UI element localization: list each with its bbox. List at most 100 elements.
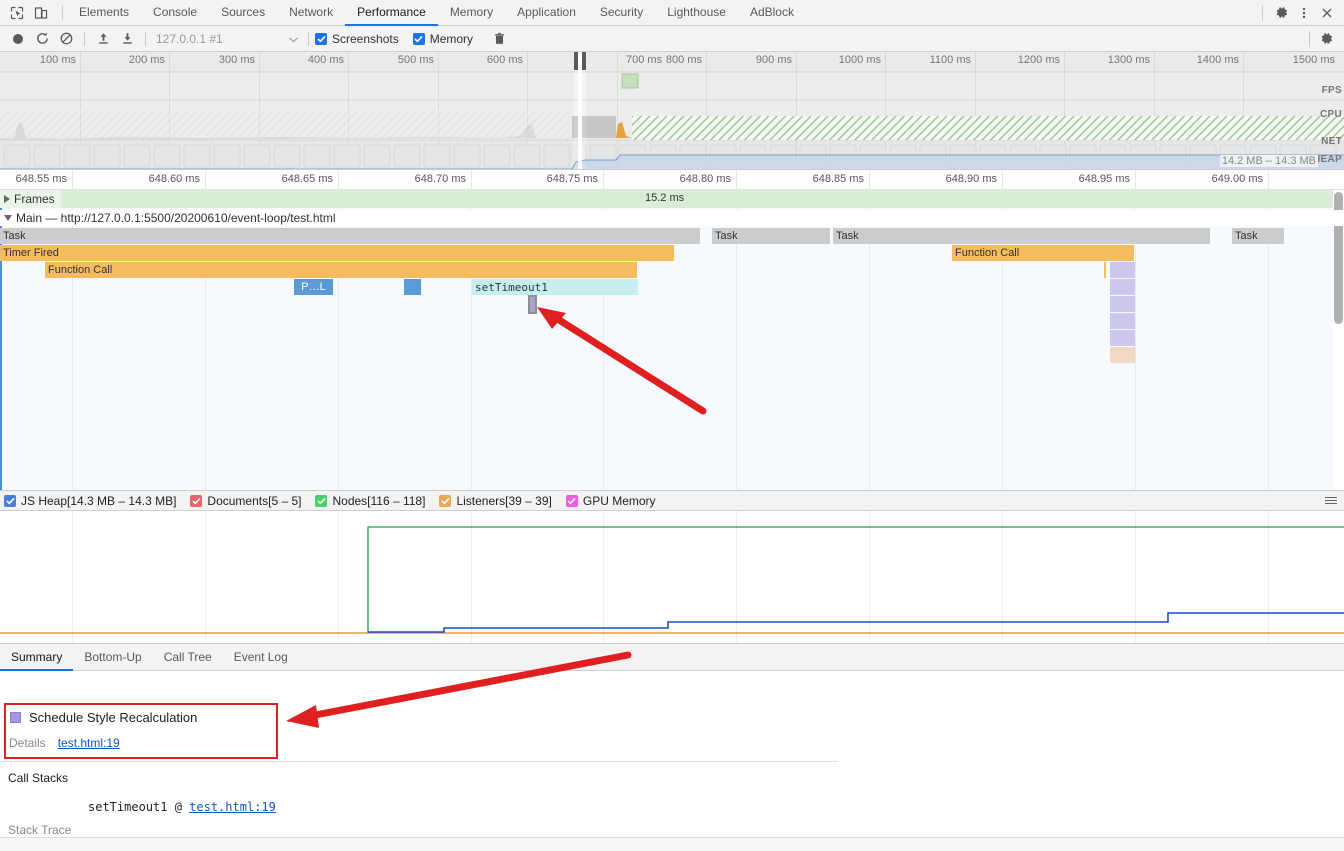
flame-event-parse-html[interactable]: P…L <box>294 279 333 295</box>
record-button[interactable] <box>6 28 30 50</box>
flame-tick-label: 648.85 ms <box>812 173 864 185</box>
flame-event-thin-marker[interactable] <box>1104 262 1106 278</box>
counter-documents[interactable]: Documents[5 – 5] <box>190 494 301 508</box>
counters-menu-icon[interactable] <box>1322 497 1340 504</box>
flame-event-function-call[interactable]: Function Call <box>45 262 637 278</box>
checkbox-box <box>4 494 16 507</box>
inspect-element-icon[interactable] <box>6 2 28 24</box>
flame-event-selected-schedule-style-recalculation[interactable] <box>528 295 537 314</box>
tab-elements[interactable]: Elements <box>67 0 141 26</box>
frames-track-header[interactable]: Frames <box>0 190 61 208</box>
tab-label: Bottom-Up <box>84 649 142 664</box>
clear-recording-button[interactable] <box>54 28 78 50</box>
tab-security[interactable]: Security <box>588 0 655 26</box>
stack-trace-entry: setTimeout1 @ test.html:19 <box>88 800 276 814</box>
tab-network[interactable]: Network <box>277 0 345 26</box>
flame-event-peach[interactable] <box>1110 347 1135 363</box>
details-tabbar: Summary Bottom-Up Call Tree Event Log <box>0 644 1344 671</box>
main-track-header[interactable]: Main — http://127.0.0.1:5500/20200610/ev… <box>0 210 1344 226</box>
tab-console[interactable]: Console <box>141 0 209 26</box>
tabbar-divider <box>62 5 63 20</box>
flame-chart[interactable]: Frames 15.2 ms Main — http://127.0.0.1:5… <box>0 190 1344 490</box>
summary-details-row: Details test.html:19 <box>9 736 120 750</box>
tab-label: Console <box>153 5 198 19</box>
event-label: Task <box>3 230 26 242</box>
tabbar-left-icons <box>0 0 58 25</box>
flame-event-purple[interactable] <box>1110 262 1135 278</box>
reload-and-record-button[interactable] <box>30 28 54 50</box>
toolbar-divider-2 <box>145 31 146 46</box>
flame-event-task[interactable]: Task <box>0 228 700 244</box>
flame-event-task[interactable]: Task <box>1232 228 1284 244</box>
flame-event-purple[interactable] <box>1110 296 1135 312</box>
flame-event-purple[interactable] <box>1110 313 1135 329</box>
tab-label: Security <box>599 5 644 19</box>
counter-label: GPU Memory <box>582 493 656 508</box>
tabbar-right-icons <box>1260 0 1344 25</box>
tab-label: Elements <box>79 5 130 19</box>
save-profile-icon[interactable] <box>115 28 139 50</box>
screenshots-checkbox[interactable]: Screenshots <box>315 32 399 46</box>
counter-listeners[interactable]: Listeners[39 – 39] <box>439 494 552 508</box>
event-label: setTimeout1 <box>475 280 548 294</box>
tab-sources[interactable]: Sources <box>209 0 277 26</box>
stack-trace-source-link[interactable]: test.html:19 <box>189 800 276 814</box>
nodes-series <box>367 526 1344 633</box>
flame-event-task[interactable]: Task <box>833 228 1210 244</box>
tab-application[interactable]: Application <box>505 0 588 26</box>
event-label: Function Call <box>955 247 1020 259</box>
frames-track[interactable]: Frames 15.2 ms <box>0 190 1344 208</box>
tab-label: Sources <box>221 5 266 19</box>
overview-tick-label: 600 ms <box>486 54 523 66</box>
flame-tick-label: 648.60 ms <box>148 173 200 185</box>
flame-event-purple[interactable] <box>1110 279 1135 295</box>
recording-target-select[interactable]: 127.0.0.1 #1 <box>152 29 302 49</box>
device-toolbar-icon[interactable] <box>30 2 52 24</box>
checkbox-box <box>190 494 203 507</box>
flame-event-timer-fired[interactable]: Timer Fired <box>0 245 674 261</box>
counter-js-heap[interactable]: JS Heap[14.3 MB – 14.3 MB] <box>4 494 176 508</box>
tab-bottom-up[interactable]: Bottom-Up <box>73 644 152 671</box>
tab-memory[interactable]: Memory <box>438 0 505 26</box>
flame-tick-label: 648.55 ms <box>15 173 67 185</box>
counter-gpu-memory[interactable]: GPU Memory <box>565 493 656 508</box>
flame-event-settimeout1[interactable]: setTimeout1 <box>472 279 638 295</box>
overview-tick-label: 200 ms <box>128 54 165 66</box>
counter-nodes[interactable]: Nodes[116 – 118] <box>315 494 425 508</box>
details-divider <box>0 761 838 762</box>
counters-graph[interactable] <box>0 511 1344 643</box>
summary-event-title: Schedule Style Recalculation <box>29 710 198 725</box>
more-vertical-icon[interactable] <box>1293 2 1315 24</box>
tab-call-tree[interactable]: Call Tree <box>153 644 223 671</box>
tab-performance[interactable]: Performance <box>345 0 438 26</box>
call-stacks-header: Call Stacks <box>8 771 69 785</box>
tab-adblock[interactable]: AdBlock <box>738 0 806 26</box>
close-icon[interactable] <box>1316 2 1338 24</box>
load-profile-icon[interactable] <box>91 28 115 50</box>
memory-checkbox[interactable]: Memory <box>412 32 473 46</box>
capture-settings-gear-icon[interactable] <box>1314 28 1338 50</box>
details-source-link[interactable]: test.html:19 <box>58 736 120 750</box>
collect-garbage-icon[interactable] <box>487 28 511 50</box>
screenshots-label: Screenshots <box>332 31 399 46</box>
tab-summary[interactable]: Summary <box>0 644 74 671</box>
event-label: Task <box>715 230 738 242</box>
flame-event-small-blue[interactable] <box>404 279 421 295</box>
toolbar-divider-3 <box>308 31 309 46</box>
tab-event-log[interactable]: Event Log <box>223 644 299 671</box>
overview-canvas <box>0 52 1344 169</box>
settings-gear-icon[interactable] <box>1270 2 1292 24</box>
flame-event-task[interactable]: Task <box>712 228 830 244</box>
flame-tick-label: 648.90 ms <box>945 173 997 185</box>
flame-chart-scrollbar[interactable] <box>1333 190 1344 490</box>
tab-label: Application <box>517 5 576 19</box>
flame-event-function-call[interactable]: Function Call <box>952 245 1134 261</box>
flame-tick-label: 649.00 ms <box>1211 173 1263 185</box>
overview-tick-label: 800 ms <box>665 54 702 66</box>
timeline-overview[interactable]: 100 ms 200 ms 300 ms 400 ms 500 ms 600 m… <box>0 52 1344 170</box>
overview-tick-label: 700 ms <box>626 54 663 66</box>
overview-band-label-cpu: CPU <box>1319 109 1342 120</box>
tab-lighthouse[interactable]: Lighthouse <box>655 0 738 26</box>
overview-tick-label: 1500 ms <box>1292 54 1335 66</box>
flame-event-purple[interactable] <box>1110 330 1135 346</box>
